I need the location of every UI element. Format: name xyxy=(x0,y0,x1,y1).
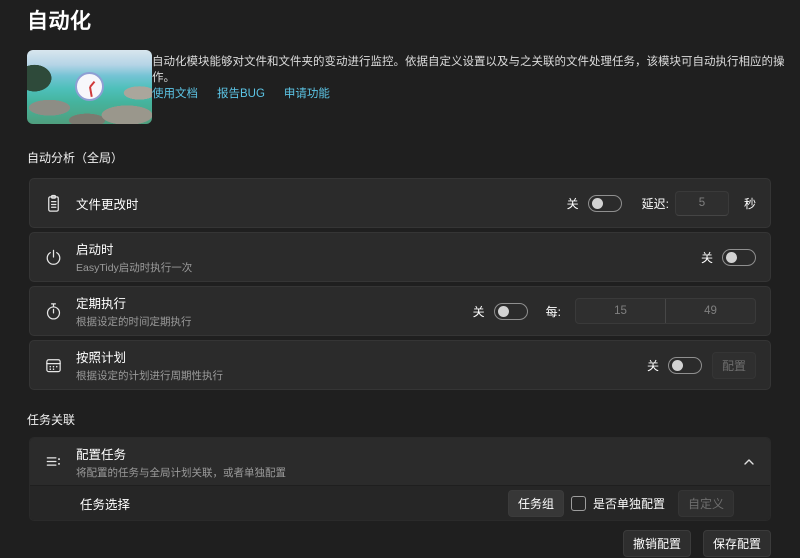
delay-label: 延迟: xyxy=(642,195,669,212)
task-selection-row: 任务选择 任务组 是否单独配置 自定义 xyxy=(30,485,770,520)
page-title: 自动化 xyxy=(27,5,92,35)
row-title: 文件更改时 xyxy=(76,194,139,213)
row-subtitle: EasyTidy启动时执行一次 xyxy=(76,260,192,275)
interval-input-1[interactable] xyxy=(576,299,665,323)
every-label: 每: xyxy=(546,303,561,320)
link-report-bug[interactable]: 报告BUG xyxy=(217,85,265,101)
power-icon xyxy=(43,247,63,267)
on-startup-toggle[interactable] xyxy=(722,249,756,266)
clock-minute-hand xyxy=(89,86,93,96)
section-header-auto-analysis: 自动分析（全局） xyxy=(27,149,123,166)
interval-input-2[interactable] xyxy=(666,299,755,323)
toggle-state-label: 关 xyxy=(567,195,579,212)
delay-input[interactable] xyxy=(675,191,729,216)
section-header-task-association: 任务关联 xyxy=(27,411,75,428)
link-docs[interactable]: 使用文档 xyxy=(152,85,198,101)
chevron-up-icon[interactable] xyxy=(742,456,756,468)
row-title: 启动时 xyxy=(76,239,192,258)
link-request-feature[interactable]: 申请功能 xyxy=(284,85,330,101)
row-subtitle: 将配置的任务与全局计划关联，或者单独配置 xyxy=(76,465,286,480)
configure-tasks-expander: 配置任务 将配置的任务与全局计划关联，或者单独配置 任务选择 任务组 是否单独配… xyxy=(29,437,771,521)
footer-actions: 撤销配置 保存配置 xyxy=(623,530,771,557)
setting-row-periodic: 定期执行 根据设定的时间定期执行 关 每: xyxy=(29,286,771,336)
clipboard-icon xyxy=(43,193,63,213)
row-title: 按照计划 xyxy=(76,347,223,366)
setting-row-scheduled: 按照计划 根据设定的计划进行周期性执行 关 配置 xyxy=(29,340,771,390)
row-title: 配置任务 xyxy=(76,444,286,463)
module-thumbnail xyxy=(27,50,152,124)
toggle-state-label: 关 xyxy=(701,249,713,266)
standalone-config-label[interactable]: 是否单独配置 xyxy=(593,495,665,512)
interval-input-group xyxy=(575,298,756,324)
toggle-knob xyxy=(672,360,683,371)
standalone-config-checkbox[interactable] xyxy=(571,496,586,511)
task-selection-label: 任务选择 xyxy=(80,494,130,513)
delay-unit-label: 秒 xyxy=(744,195,756,212)
task-group-button[interactable]: 任务组 xyxy=(508,490,564,517)
toggle-knob xyxy=(498,306,509,317)
timer-icon xyxy=(43,301,63,321)
toggle-state-label: 关 xyxy=(473,303,485,320)
file-change-toggle[interactable] xyxy=(588,195,622,212)
toggle-state-label: 关 xyxy=(647,357,659,374)
toggle-knob xyxy=(592,198,603,209)
row-title: 定期执行 xyxy=(76,293,192,312)
module-description: 自动化模块能够对文件和文件夹的变动进行监控。依据自定义设置以及与之关联的文件处理… xyxy=(152,54,792,86)
clock-icon xyxy=(75,72,104,101)
toggle-knob xyxy=(726,252,737,263)
configure-tasks-header[interactable]: 配置任务 将配置的任务与全局计划关联，或者单独配置 xyxy=(30,438,770,485)
custom-button[interactable]: 自定义 xyxy=(678,490,734,517)
undo-config-button[interactable]: 撤销配置 xyxy=(623,530,691,557)
setting-row-file-change: 文件更改时 关 延迟: 秒 xyxy=(29,178,771,228)
save-config-button[interactable]: 保存配置 xyxy=(703,530,771,557)
header-links: 使用文档 报告BUG 申请功能 xyxy=(152,85,330,101)
periodic-toggle[interactable] xyxy=(494,303,528,320)
schedule-config-button[interactable]: 配置 xyxy=(712,352,756,379)
row-subtitle: 根据设定的时间定期执行 xyxy=(76,314,192,329)
scheduled-toggle[interactable] xyxy=(668,357,702,374)
calendar-icon xyxy=(43,355,63,375)
setting-row-on-startup: 启动时 EasyTidy启动时执行一次 关 xyxy=(29,232,771,282)
task-list-icon xyxy=(43,452,63,472)
row-subtitle: 根据设定的计划进行周期性执行 xyxy=(76,368,223,383)
